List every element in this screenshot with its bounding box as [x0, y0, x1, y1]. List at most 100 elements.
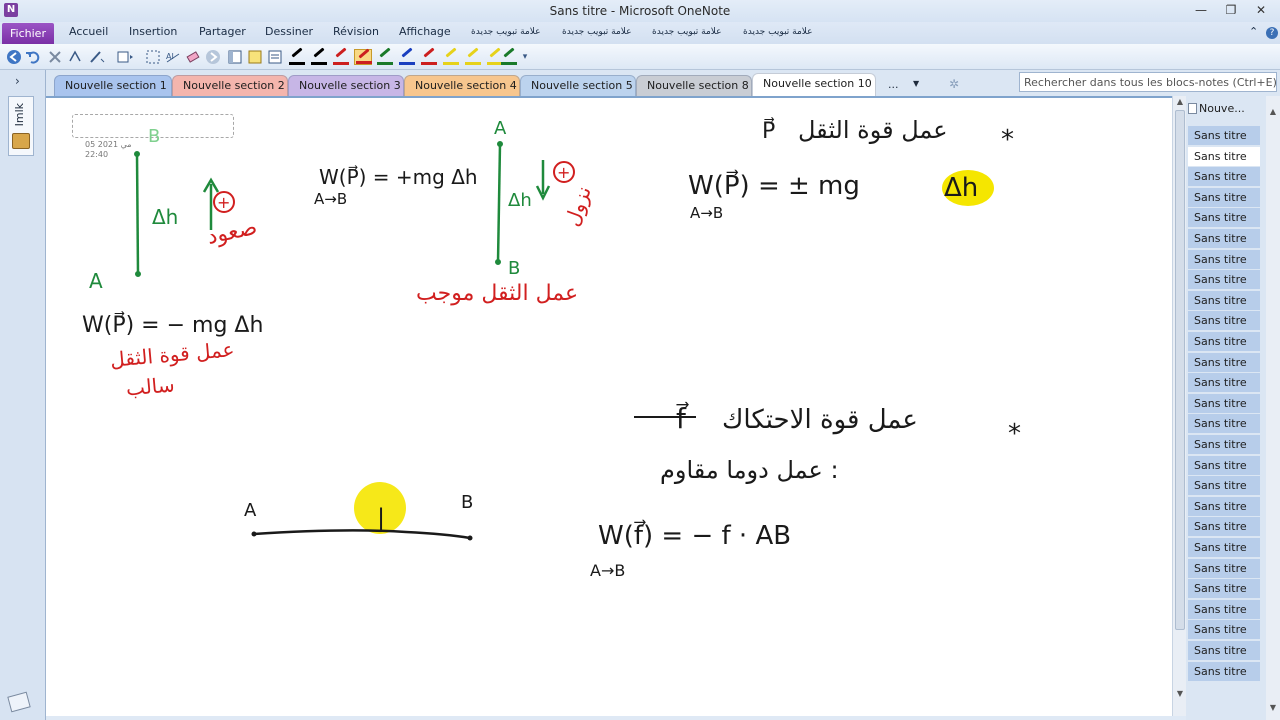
- ascend-annotation: + صعود: [205, 191, 259, 250]
- section-tab-8[interactable]: Nouvelle section 8: [636, 75, 752, 96]
- window-title: Sans titre - Microsoft OneNote: [549, 4, 731, 18]
- page-list-item[interactable]: Sans titre: [1188, 538, 1260, 558]
- pages-scroll-up-icon[interactable]: ▲: [1267, 106, 1279, 118]
- page-list-item[interactable]: Sans titre: [1188, 332, 1260, 352]
- pen-red-2-swatch: [356, 61, 372, 64]
- formula-middle-subscript: A→B: [314, 190, 347, 208]
- page-list-item[interactable]: Sans titre: [1188, 290, 1260, 311]
- page-list-item[interactable]: Sans titre: [1188, 126, 1260, 146]
- formula-friction-subscript: A→B: [590, 561, 625, 580]
- pen-red-1-tip: [335, 47, 347, 58]
- help-icon[interactable]: ?: [1266, 27, 1278, 39]
- minimize-button[interactable]: —: [1188, 2, 1214, 19]
- collapse-ribbon-icon[interactable]: ⌃: [1249, 25, 1258, 38]
- highlighter-yellow-1[interactable]: [442, 47, 460, 65]
- page-list-item[interactable]: Sans titre: [1188, 517, 1260, 538]
- page-list-item[interactable]: Sans titre: [1188, 311, 1260, 332]
- notebook-tab[interactable]: Imlk: [8, 96, 34, 156]
- page-list-item[interactable]: Sans titre: [1188, 270, 1260, 291]
- sections-dropdown-icon[interactable]: ▼: [913, 79, 919, 88]
- page-list-item[interactable]: Sans titre: [1188, 661, 1260, 682]
- pen-black-2[interactable]: [310, 47, 328, 65]
- search-input[interactable]: Rechercher dans tous les blocs-notes (Ct…: [1019, 72, 1277, 92]
- ink-to-text-icon[interactable]: AI: [164, 48, 182, 66]
- dock-icon[interactable]: [226, 48, 244, 66]
- page-list-item[interactable]: Sans titre: [1188, 146, 1260, 167]
- delete-icon[interactable]: [46, 48, 64, 66]
- scroll-thumb[interactable]: [1175, 110, 1185, 630]
- more-sections[interactable]: ...: [888, 78, 899, 91]
- tab-accueil[interactable]: Accueil: [69, 25, 108, 38]
- page-list-item[interactable]: Sans titre: [1188, 373, 1260, 394]
- lasso-select-icon[interactable]: [66, 48, 84, 66]
- page-canvas[interactable]: 05 مي 2021 22:40 B A Δh + صعود W(P⃗) = −…: [46, 96, 1172, 716]
- title-bar: N Sans titre - Microsoft OneNote — ❐ ✕: [0, 0, 1280, 22]
- page-list-item[interactable]: Sans titre: [1188, 558, 1260, 579]
- pen-red-3-tip: [423, 47, 435, 58]
- heading-work-friction: عمل قوة الاحتكاك: [722, 405, 918, 435]
- pages-scrollbar[interactable]: ▲ ▼: [1266, 96, 1280, 720]
- pen-green[interactable]: [376, 47, 394, 65]
- page-list-item[interactable]: Sans titre: [1188, 393, 1260, 414]
- page-list-item[interactable]: Sans titre: [1188, 435, 1260, 455]
- page-list-item[interactable]: Sans titre: [1188, 249, 1260, 270]
- page-list-item[interactable]: Sans titre: [1188, 352, 1260, 373]
- pen-black-1[interactable]: [288, 47, 306, 65]
- select-icon[interactable]: [144, 48, 162, 66]
- file-tab[interactable]: Fichier: [2, 23, 54, 44]
- tab-custom-2[interactable]: علامة تبويب جديدة: [562, 27, 632, 37]
- new-section-icon[interactable]: ✲: [949, 77, 959, 91]
- page-list-item[interactable]: Sans titre: [1188, 187, 1260, 208]
- tab-custom-1[interactable]: علامة تبويب جديدة: [471, 27, 541, 37]
- tab-custom-4[interactable]: علامة تبويب جديدة: [743, 27, 813, 37]
- page-scrollbar[interactable]: ▲ ▼: [1172, 96, 1186, 716]
- highlighter-yellow-2[interactable]: [464, 47, 482, 65]
- pen-red-2-tip: [358, 48, 370, 59]
- section-tab-3[interactable]: Nouvelle section 3: [288, 75, 404, 96]
- section-tab-4[interactable]: Nouvelle section 4: [404, 75, 520, 96]
- undo-icon[interactable]: [24, 48, 42, 66]
- tab-revision[interactable]: Révision: [333, 25, 379, 38]
- new-page-button[interactable]: Nouve...: [1188, 102, 1264, 120]
- tab-dessiner[interactable]: Dessiner: [265, 25, 313, 38]
- tab-custom-3[interactable]: علامة تبويب جديدة: [652, 27, 722, 37]
- pages-scroll-down-icon[interactable]: ▼: [1267, 702, 1279, 714]
- unfiled-notes-icon[interactable]: [7, 691, 31, 713]
- section-tab-10-active[interactable]: Nouvelle section 10: [752, 73, 876, 96]
- page-list-item[interactable]: Sans titre: [1188, 414, 1260, 435]
- pen-blue[interactable]: [398, 47, 416, 65]
- scroll-down-icon[interactable]: ▼: [1174, 688, 1186, 700]
- insert-space-icon[interactable]: [116, 48, 134, 66]
- page-list-item[interactable]: Sans titre: [1188, 455, 1260, 476]
- tab-partager[interactable]: Partager: [199, 25, 246, 38]
- section-tab-1[interactable]: Nouvelle section 1: [54, 75, 172, 96]
- eraser-icon[interactable]: [184, 48, 202, 66]
- page-list-item[interactable]: Sans titre: [1188, 496, 1260, 517]
- pen-red-2-selected[interactable]: [354, 48, 372, 65]
- pen-mode-icon[interactable]: [88, 48, 106, 66]
- restore-button[interactable]: ❐: [1218, 2, 1244, 19]
- page-view-icon[interactable]: [266, 48, 284, 66]
- page-list-item[interactable]: Sans titre: [1188, 167, 1260, 188]
- note-icon[interactable]: [246, 48, 264, 66]
- scroll-up-icon[interactable]: ▲: [1174, 96, 1186, 108]
- tab-affichage[interactable]: Affichage: [399, 25, 451, 38]
- page-list-item[interactable]: Sans titre: [1188, 641, 1260, 661]
- pen-red-3[interactable]: [420, 47, 438, 65]
- page-list-item[interactable]: Sans titre: [1188, 579, 1260, 600]
- back-icon[interactable]: [5, 48, 23, 66]
- section-tab-5[interactable]: Nouvelle section 5: [520, 75, 636, 96]
- page-list-item[interactable]: Sans titre: [1188, 476, 1260, 497]
- section-tab-2[interactable]: Nouvelle section 2: [172, 75, 288, 96]
- page-list-item[interactable]: Sans titre: [1188, 599, 1260, 620]
- page-list-item[interactable]: Sans titre: [1188, 620, 1260, 641]
- expand-navigation-icon[interactable]: ›: [15, 74, 20, 88]
- close-button[interactable]: ✕: [1248, 2, 1274, 19]
- tab-insertion[interactable]: Insertion: [129, 25, 177, 38]
- forward-icon[interactable]: [204, 48, 222, 66]
- ribbon-tabs: Fichier Accueil Insertion Partager Dessi…: [0, 22, 1280, 44]
- pen-red-1[interactable]: [332, 47, 350, 65]
- page-list-item[interactable]: Sans titre: [1188, 208, 1260, 229]
- page-list-item[interactable]: Sans titre: [1188, 229, 1260, 249]
- customize-toolbar-icon[interactable]: ▾: [516, 48, 534, 66]
